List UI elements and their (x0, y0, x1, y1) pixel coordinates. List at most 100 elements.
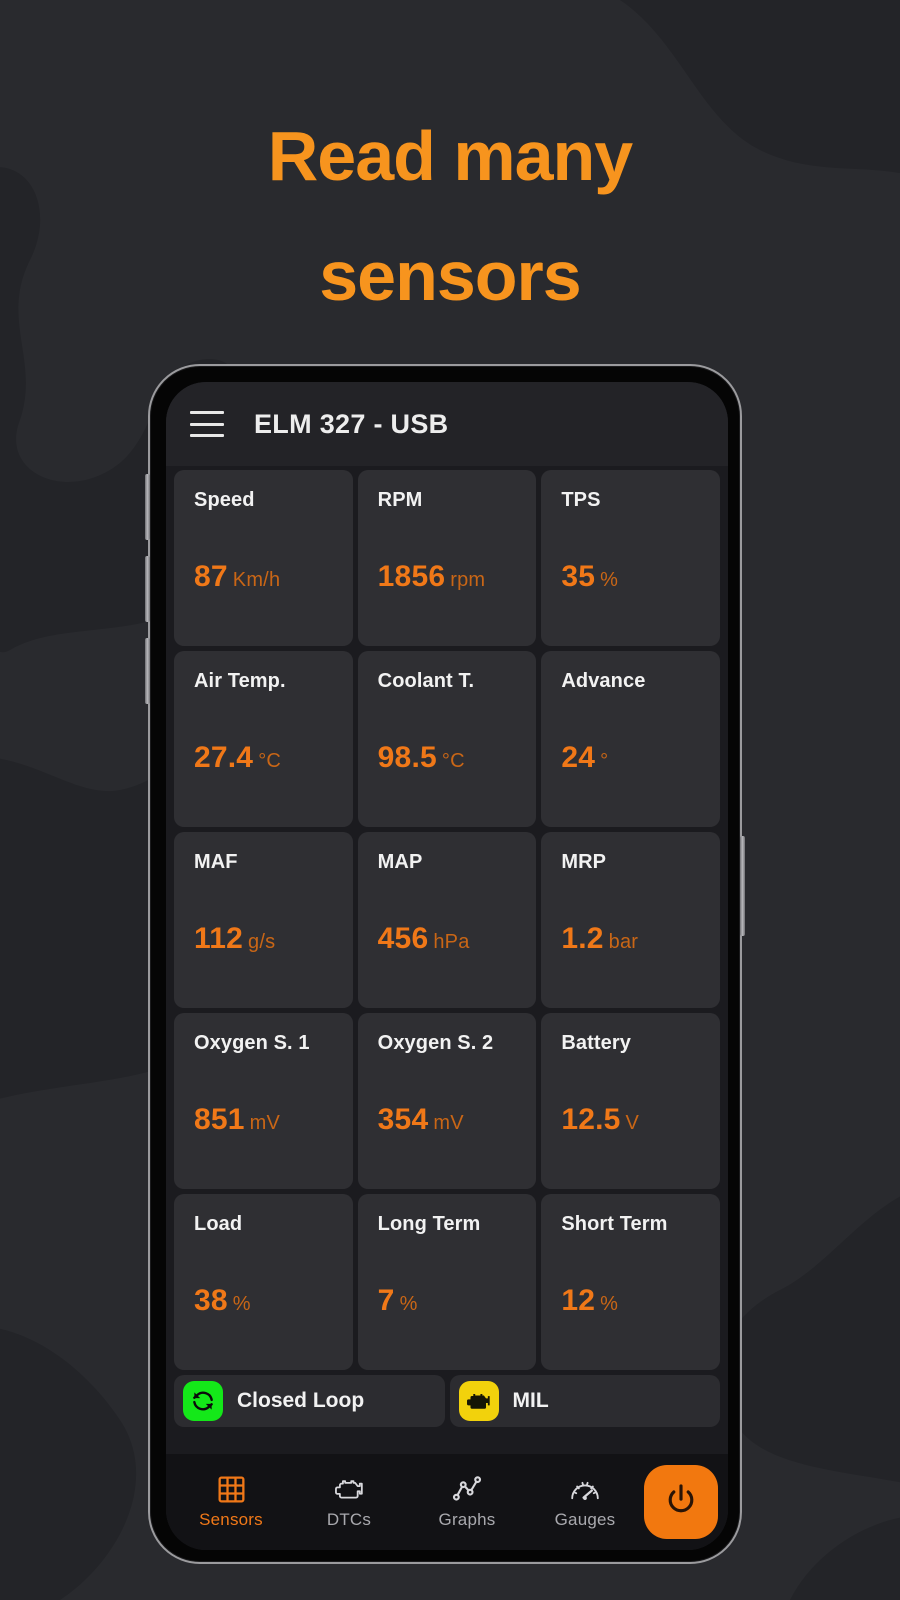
sensor-value: 7 (377, 1284, 395, 1317)
sensor-unit: rpm (450, 569, 486, 591)
sensor-label: Long Term (377, 1213, 481, 1235)
sensor-card-oxygen-sensor-1[interactable]: Oxygen S. 1 851 mV (174, 1013, 353, 1189)
sensor-label: Battery (561, 1032, 631, 1054)
sensor-unit: % (600, 1293, 619, 1315)
sensor-readout: 112 g/s (194, 922, 275, 956)
sensor-unit: V (625, 1112, 640, 1134)
line-chart-icon (452, 1474, 482, 1504)
nav-item-graphs[interactable]: Graphs (408, 1474, 526, 1530)
sensor-label: MAP (377, 851, 423, 873)
volume-down-hardware-button[interactable] (145, 556, 150, 622)
sensor-label: Coolant T. (377, 670, 475, 692)
sensor-label: Oxygen S. 2 (377, 1032, 494, 1054)
nav-item-gauges[interactable]: Gauges (526, 1474, 644, 1530)
sensor-card-map[interactable]: MAP 456 hPa (357, 832, 537, 1008)
sensor-readout: 456 hPa (378, 922, 470, 956)
sensor-card-short-term[interactable]: Short Term 12% (541, 1194, 721, 1370)
sensor-value: 38 (194, 1284, 228, 1317)
grid-icon (217, 1474, 246, 1504)
status-chip-label: Closed Loop (237, 1389, 365, 1412)
sensor-readout: 87 Km/h (194, 560, 280, 594)
sensor-readout: 38% (194, 1284, 251, 1318)
sensor-label: MAF (194, 851, 238, 873)
nav-label: Sensors (199, 1510, 263, 1529)
sensor-readout: 12.5 V (561, 1103, 639, 1137)
sensor-value: 24 (561, 741, 596, 774)
sensor-value: 12.5 (561, 1103, 621, 1136)
sensor-label: Air Temp. (194, 670, 286, 692)
sensor-row: Speed 87 Km/h RPM 1856 rpm TPS 35% (174, 470, 721, 646)
sensor-value: 87 (194, 560, 228, 593)
sensor-label: Speed (194, 489, 255, 511)
phone-mockup-frame: ELM 327 - USB Speed 87Km/h RPM 1856rpm (145, 364, 745, 1564)
sensor-readout: 98.5 °C (378, 741, 465, 775)
status-chip-label: MIL (512, 1389, 549, 1412)
sensor-unit: mV (433, 1112, 464, 1134)
sensor-label: Short Term (561, 1213, 668, 1235)
sensor-label: Load (194, 1213, 243, 1235)
sensor-row: Air Temp. 27.4 °C Coolant T. 98.5 °C Advan… (174, 651, 721, 827)
sensor-value: 851 (194, 1103, 245, 1136)
nav-label: DTCs (326, 1510, 372, 1529)
sensor-value: 98.5 (377, 741, 437, 774)
sensor-card-advance[interactable]: Advance 24 ° (541, 651, 721, 827)
sensor-card-oxygen-sensor-2[interactable]: Oxygen S. 2 354 mV (357, 1013, 537, 1189)
sensor-value: 112 (194, 922, 243, 955)
app-header: ELM 327 - USB (166, 382, 728, 466)
hamburger-menu-icon[interactable] (190, 411, 224, 437)
sensor-card-long-term[interactable]: Long Term 7% (357, 1194, 537, 1370)
nav-label: Graphs (438, 1510, 496, 1529)
sensor-readout: 1856 rpm (378, 560, 486, 594)
sensor-unit: bar (608, 931, 639, 953)
sensor-row: Load 38% Long Term 7% Short Term 12% (174, 1194, 721, 1370)
sensor-readout: 851 mV (194, 1103, 280, 1137)
status-chip-mil[interactable]: MIL (449, 1375, 720, 1427)
sensor-card-maf[interactable]: MAF 112 g/s (174, 832, 353, 1008)
sensor-value: 12 (561, 1284, 596, 1317)
headline-line-2: sensors (319, 237, 581, 316)
sensor-card-speed[interactable]: Speed 87 Km/h (174, 470, 353, 646)
sensor-card-load[interactable]: Load 38% (174, 1194, 353, 1370)
check-engine-icon (458, 1381, 499, 1421)
sensor-value: 1.2 (561, 922, 604, 955)
speedometer-icon (569, 1474, 601, 1504)
sensor-value: 354 (377, 1103, 429, 1136)
status-chip-closed-loop[interactable]: Closed Loop (174, 1375, 445, 1427)
extra-hardware-button[interactable] (145, 638, 150, 704)
power-hardware-button[interactable] (740, 836, 745, 936)
status-strip: Closed Loop MIL (166, 1370, 728, 1427)
sensor-unit: % (600, 569, 619, 591)
promo-headline: Read many sensors (0, 96, 900, 337)
sensor-row: MAF 112 g/s MAP 456 hPa MRP 1.2 bar (174, 832, 721, 1008)
sensor-readout: 24 ° (561, 741, 608, 775)
sensor-unit: % (232, 1293, 251, 1315)
sensor-readout: 27.4 °C (194, 741, 281, 775)
nav-item-sensors[interactable]: Sensors (172, 1474, 290, 1530)
sensor-card-mrp[interactable]: MRP 1.2 bar (541, 832, 721, 1008)
sensor-unit: g/s (248, 931, 276, 953)
nav-item-dtcs[interactable]: DTCs (290, 1474, 408, 1530)
sensor-row: Oxygen S. 1 851 mV Oxygen S. 2 354 mV Batt… (174, 1013, 721, 1189)
sensor-label: TPS (561, 489, 601, 511)
sensor-value: 35 (561, 560, 596, 593)
sensor-card-rpm[interactable]: RPM 1856 rpm (357, 470, 537, 646)
power-icon (663, 1482, 699, 1523)
sensor-unit: ° (600, 750, 609, 772)
sensor-readout: 35% (561, 560, 618, 594)
volume-up-hardware-button[interactable] (145, 474, 150, 540)
sensor-unit: °C (258, 750, 282, 772)
sensor-card-battery[interactable]: Battery 12.5 V (541, 1013, 721, 1189)
sensor-value: 1856 (377, 560, 446, 593)
sensor-card-air-temp[interactable]: Air Temp. 27.4 °C (174, 651, 353, 827)
power-button[interactable] (644, 1465, 718, 1539)
app-title: ELM 327 - USB (254, 408, 449, 439)
sensor-label: MRP (561, 851, 607, 873)
sensor-label: RPM (377, 489, 423, 511)
sensor-card-coolant-temp[interactable]: Coolant T. 98.5 °C (357, 651, 537, 827)
sensor-unit: mV (249, 1112, 281, 1134)
sensor-unit: % (399, 1293, 418, 1315)
sensor-card-tps[interactable]: TPS 35% (541, 470, 721, 646)
sensor-value: 27.4 (194, 741, 254, 774)
phone-screen: ELM 327 - USB Speed 87Km/h RPM 1856rpm (166, 382, 728, 1550)
check-engine-icon (333, 1474, 365, 1504)
